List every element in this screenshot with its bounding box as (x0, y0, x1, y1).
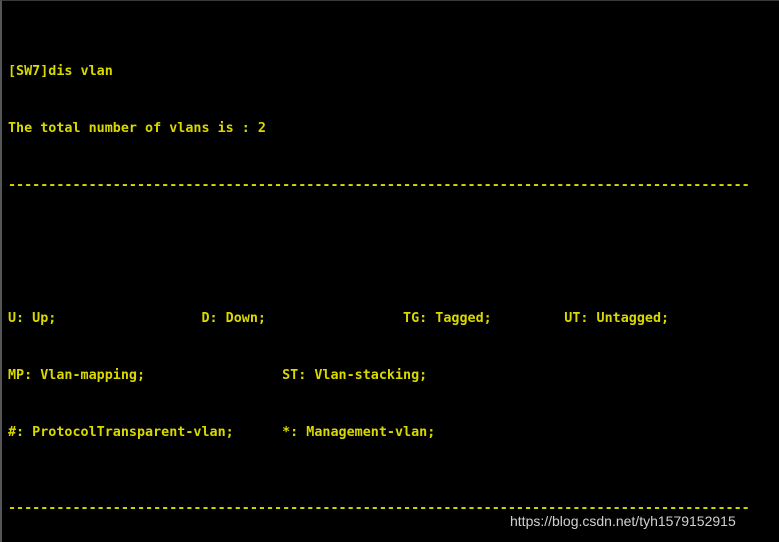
terminal-window[interactable]: [SW7]dis vlan The total number of vlans … (0, 0, 779, 542)
watermark-url: https://blog.csdn.net/tyh1579152915 (510, 513, 736, 529)
vlan-total-line: The total number of vlans is : 2 (8, 121, 266, 136)
terminal-screen[interactable]: [SW7]dis vlan The total number of vlans … (2, 1, 779, 542)
separator-rule-1: ----------------------------------------… (8, 178, 750, 193)
command-prompt-line: [SW7]dis vlan (8, 64, 113, 79)
legend-line-3: #: ProtocolTransparent-vlan; *: Manageme… (8, 425, 436, 440)
legend-line-1: U: Up; D: Down; TG: Tagged; UT: Untagged… (8, 311, 670, 326)
legend-line-2: MP: Vlan-mapping; ST: Vlan-stacking; (8, 368, 428, 383)
